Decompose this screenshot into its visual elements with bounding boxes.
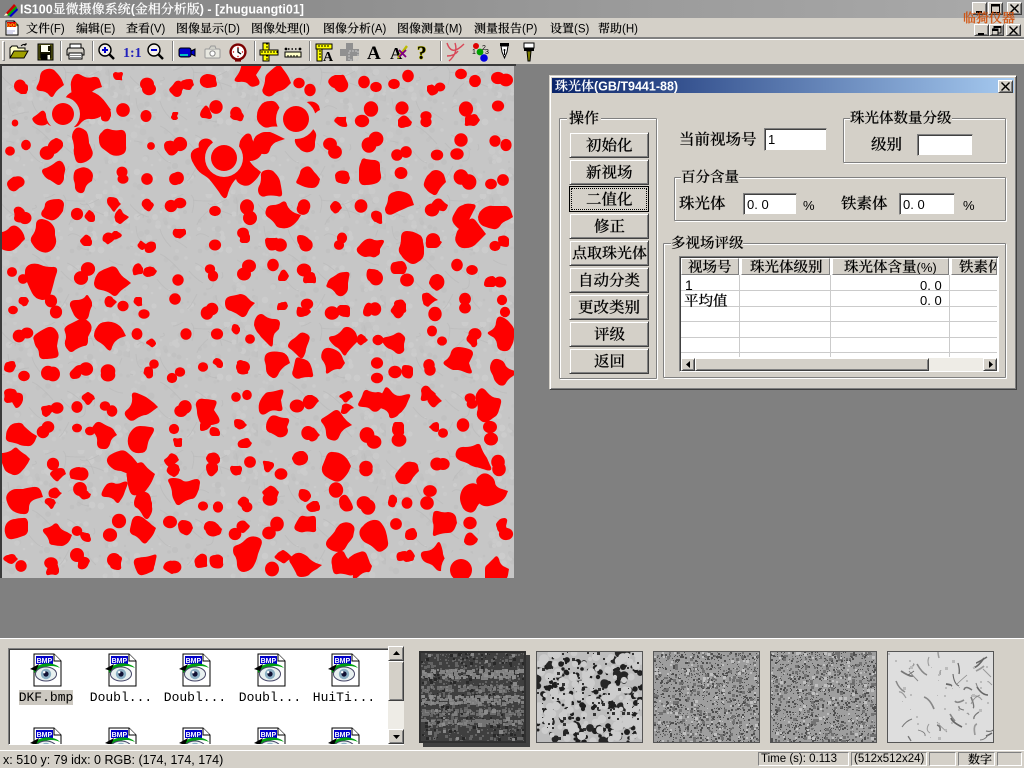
svg-text:DOC: DOC — [7, 22, 18, 28]
svg-text:3: 3 — [485, 49, 489, 56]
svg-text:) - [zhuguangti01]: ) - [zhuguangti01] — [200, 2, 304, 16]
svg-text:(H): (H) — [622, 24, 638, 36]
svg-text:(F): (F) — [50, 24, 65, 36]
svg-text:?: ? — [417, 43, 427, 62]
svg-text:(P): (P) — [522, 24, 538, 36]
svg-text:(A): (A) — [371, 24, 387, 36]
svg-text:A: A — [367, 43, 381, 62]
svg-text:1: 1 — [472, 49, 476, 56]
svg-text:(E): (E) — [100, 24, 116, 36]
svg-text:(D): (D) — [224, 24, 240, 36]
svg-text:A: A — [323, 50, 334, 62]
svg-text:(V): (V) — [150, 24, 166, 36]
svg-text:IS100: IS100 — [20, 2, 53, 16]
svg-text:(I): (I) — [299, 24, 310, 36]
svg-text:(S): (S) — [574, 24, 590, 36]
svg-text:(%): (%) — [917, 260, 937, 275]
svg-text:(GB/T9441-88): (GB/T9441-88) — [594, 79, 678, 93]
svg-text:(M): (M) — [445, 24, 462, 36]
svg-text:(: ( — [131, 2, 136, 16]
svg-text:1:1: 1:1 — [123, 46, 142, 61]
